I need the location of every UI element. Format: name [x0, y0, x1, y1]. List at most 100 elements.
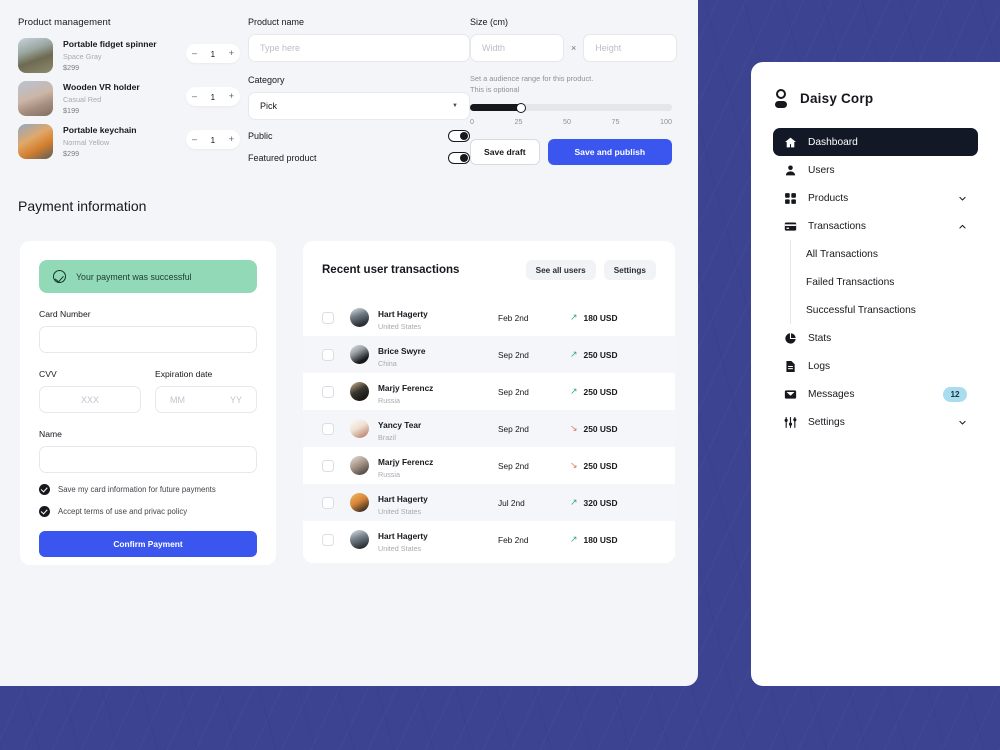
save-card-checkbox-row[interactable]: Save my card information for future paym… — [39, 484, 257, 495]
sidebar-item-messages[interactable]: Messages 12 — [773, 380, 978, 408]
accept-terms-checkbox-row[interactable]: Accept terms of use and privac policy — [39, 506, 257, 517]
table-row[interactable]: Hart Hagerty United States Jul 2nd ↗ 320… — [303, 484, 675, 521]
transaction-amount-group: ↗ 180 USD — [570, 535, 618, 545]
sidebar-subitem-failed-transactions[interactable]: Failed Transactions — [773, 268, 978, 296]
sidebar-navigation: Daisy Corp Dashboard Users Products Tran… — [751, 62, 1000, 686]
public-toggle-row[interactable]: Public — [248, 130, 470, 142]
sidebar-item-transactions[interactable]: Transactions — [773, 212, 978, 240]
sidebar-item-users[interactable]: Users — [773, 156, 978, 184]
sidebar-item-products[interactable]: Products — [773, 184, 978, 212]
transaction-amount: 250 USD — [583, 423, 618, 434]
chevron-up-icon[interactable] — [958, 222, 967, 231]
expiration-date-group[interactable] — [155, 386, 257, 413]
quantity-stepper[interactable]: – 1 + — [186, 44, 240, 63]
increment-button[interactable]: + — [229, 92, 234, 101]
product-form-column: Product name Category Pick ▼ Public Feat… — [240, 17, 470, 166]
sidebar-item-settings[interactable]: Settings — [773, 408, 978, 436]
width-input[interactable] — [470, 34, 564, 62]
product-list-item[interactable]: Wooden VR holder Casual Red $199 – 1 + — [18, 80, 240, 123]
row-checkbox[interactable] — [322, 385, 334, 398]
card-number-input[interactable] — [39, 326, 257, 353]
row-checkbox[interactable] — [322, 348, 334, 361]
sidebar-subitem-label: All Transactions — [806, 248, 878, 260]
expiration-year-input[interactable] — [206, 394, 242, 405]
product-thumbnail — [18, 38, 53, 73]
save-and-publish-button[interactable]: Save and publish — [547, 139, 672, 165]
transaction-date: Sep 2nd — [498, 349, 529, 360]
increment-button[interactable]: + — [229, 49, 234, 58]
table-row[interactable]: Marjy Ferencz Russia Sep 2nd ↘ 250 USD — [303, 447, 675, 484]
payment-form-card: Your payment was successful Card Number … — [20, 241, 276, 565]
public-toggle[interactable] — [448, 130, 470, 142]
sidebar-item-stats[interactable]: Stats — [773, 324, 978, 352]
confirm-payment-button[interactable]: Confirm Payment — [39, 531, 257, 557]
payment-information-title: Payment information — [18, 198, 147, 214]
sidebar-item-dashboard[interactable]: Dashboard — [773, 128, 978, 156]
accept-terms-checkbox[interactable] — [39, 506, 50, 517]
slider-handle[interactable] — [515, 102, 526, 113]
product-thumbnail — [18, 124, 53, 159]
row-checkbox[interactable] — [322, 533, 334, 546]
arrow-up-right-icon: ↗ — [570, 497, 578, 507]
expiration-month-input[interactable] — [170, 394, 206, 405]
row-checkbox[interactable] — [322, 422, 334, 435]
transaction-amount-group: ↗ 250 USD — [570, 350, 618, 360]
product-name-input[interactable] — [248, 34, 470, 62]
transaction-date: Feb 2nd — [498, 312, 529, 323]
increment-button[interactable]: + — [229, 135, 234, 144]
chevron-down-icon[interactable] — [958, 194, 967, 203]
table-row[interactable]: Hart Hagerty United States Feb 2nd ↗ 180… — [303, 521, 675, 558]
user-name: Marjy Ferencz — [378, 456, 434, 467]
product-name: Wooden VR holder — [63, 82, 140, 92]
save-card-checkbox[interactable] — [39, 484, 50, 495]
arrow-up-right-icon: ↗ — [570, 349, 578, 359]
featured-toggle[interactable] — [448, 152, 470, 164]
pie-icon — [785, 332, 796, 344]
decrement-button[interactable]: – — [192, 92, 197, 101]
transaction-amount: 320 USD — [583, 497, 618, 508]
expiration-date-label: Expiration date — [155, 369, 213, 379]
chevron-down-icon: ▼ — [452, 103, 458, 109]
height-input[interactable] — [583, 34, 678, 62]
audience-hint-line-1: Set a audience range for this product. — [470, 74, 594, 83]
sidebar-item-logs[interactable]: Logs — [773, 352, 978, 380]
row-checkbox[interactable] — [322, 496, 334, 509]
audience-range-slider[interactable]: 0 25 50 75 100 — [470, 102, 672, 126]
product-list-item[interactable]: Portable fidget spinner Space Gray $299 … — [18, 37, 240, 80]
quantity-value: 1 — [210, 91, 216, 102]
row-checkbox[interactable] — [322, 459, 334, 472]
success-message: Your payment was successful — [76, 271, 192, 282]
quantity-stepper[interactable]: – 1 + — [186, 130, 240, 149]
transaction-amount-group: ↘ 250 USD — [570, 424, 618, 434]
quantity-value: 1 — [210, 134, 216, 145]
user-icon — [785, 165, 796, 175]
category-select[interactable]: Pick ▼ — [248, 92, 470, 120]
transaction-amount: 250 USD — [583, 460, 618, 471]
sidebar-subitem-all-transactions[interactable]: All Transactions — [773, 240, 978, 268]
save-draft-button[interactable]: Save draft — [470, 139, 540, 165]
featured-toggle-row[interactable]: Featured product — [248, 152, 470, 164]
transactions-settings-button[interactable]: Settings — [603, 260, 656, 280]
chevron-down-icon[interactable] — [958, 418, 967, 427]
quantity-stepper[interactable]: – 1 + — [186, 87, 240, 106]
see-all-users-button[interactable]: See all users — [525, 260, 596, 280]
product-management-heading: Product management — [18, 17, 111, 28]
product-list-item[interactable]: Portable keychain Normal Yellow $299 – 1… — [18, 123, 240, 166]
cvv-input[interactable] — [39, 386, 141, 413]
table-row[interactable]: Marjy Ferencz Russia Sep 2nd ↗ 250 USD — [303, 373, 675, 410]
product-price: $299 — [63, 149, 80, 158]
accept-terms-label: Accept terms of use and privac policy — [58, 507, 188, 516]
decrement-button[interactable]: – — [192, 135, 197, 144]
row-checkbox[interactable] — [322, 311, 334, 324]
transactions-actions: See all users Settings — [525, 260, 656, 280]
table-row[interactable]: Hart Hagerty United States Feb 2nd ↗ 180… — [303, 299, 675, 336]
cardholder-name-input[interactable] — [39, 446, 257, 473]
table-row[interactable]: Yancy Tear Brazil Sep 2nd ↘ 250 USD — [303, 410, 675, 447]
sidebar-subitem-successful-transactions[interactable]: Successful Transactions — [773, 296, 978, 324]
user-country: United States — [378, 506, 422, 516]
size-separator: × — [571, 43, 577, 53]
transaction-amount: 180 USD — [583, 312, 618, 323]
decrement-button[interactable]: – — [192, 49, 197, 58]
table-row[interactable]: Brice Swyre China Sep 2nd ↗ 250 USD — [303, 336, 675, 373]
recent-transactions-card: Recent user transactions See all users S… — [303, 241, 675, 563]
